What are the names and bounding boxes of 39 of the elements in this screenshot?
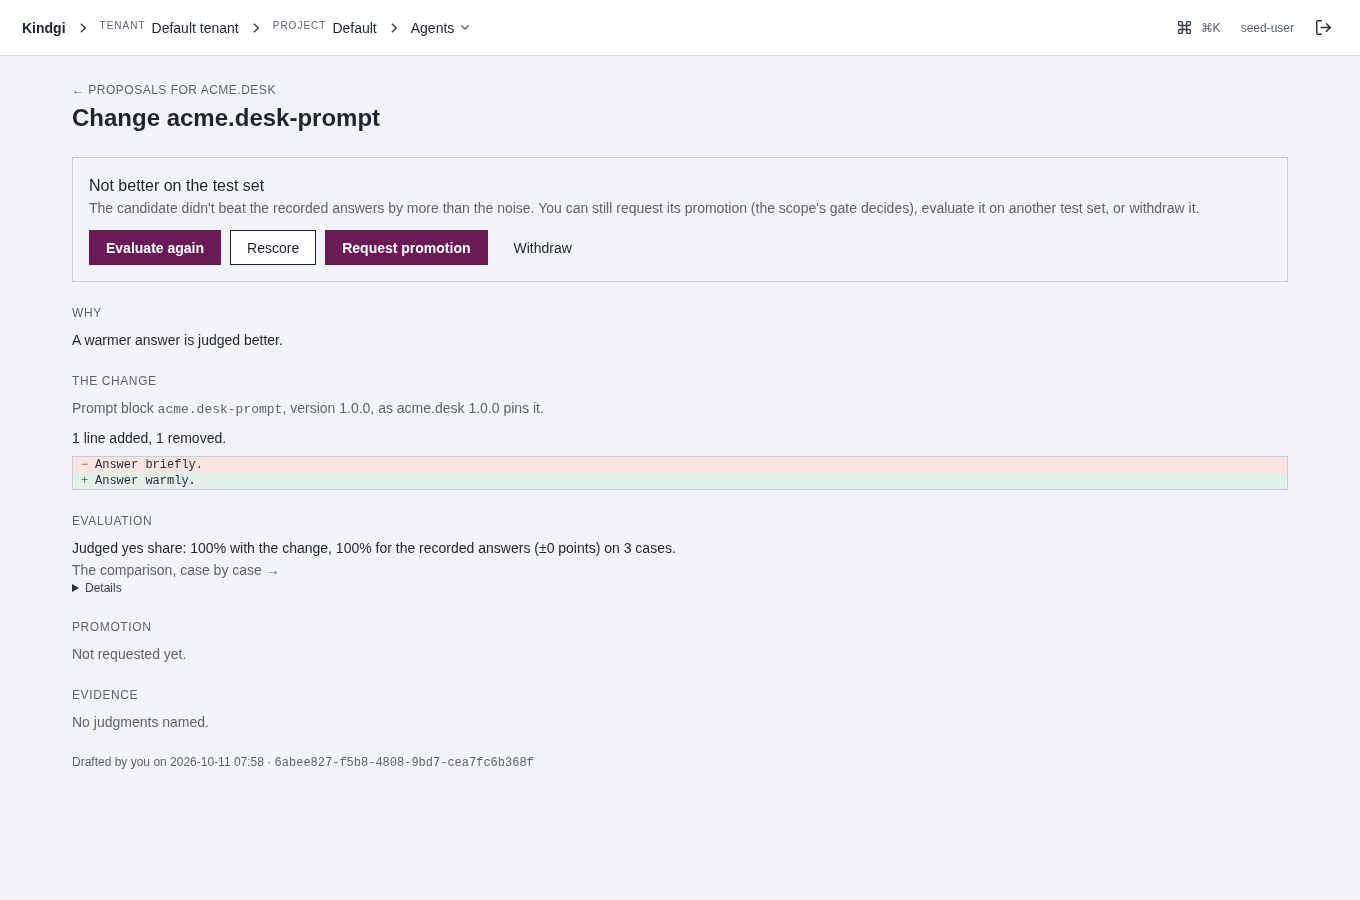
action-button[interactable]: Rescore <box>230 230 317 265</box>
draft-info: Drafted by you on 2026-10-11 07:58 · 6abee827-f5b8-4808-9bd7-cea7fc6b368f <box>72 754 535 771</box>
back-link[interactable]: ← PROPOSALS FOR ACME.DESK <box>72 83 276 98</box>
details-toggle[interactable]: Details <box>72 580 122 596</box>
logout-button[interactable] <box>1316 20 1331 35</box>
section-heading: WHY <box>72 306 103 321</box>
command-icon <box>1177 21 1191 34</box>
breadcrumb-label: PROJECT <box>272 20 327 31</box>
diff-line-added: + Answer warmly. <box>73 473 1287 489</box>
comparison-link[interactable]: The comparison, case by case → <box>72 560 280 580</box>
logout-icon <box>1316 20 1331 35</box>
section-heading: EVALUATION <box>72 514 154 529</box>
change-description: Prompt block acme.desk-prompt, version 1.0.0, as acme.desk 1.0.0 pins it. <box>72 399 545 419</box>
chevron-right-icon <box>252 22 259 33</box>
user-name: seed-user <box>1240 20 1294 35</box>
breadcrumb-label: TENANT <box>99 20 146 31</box>
status-title: Not better on the test set <box>89 176 266 196</box>
breadcrumb-link[interactable]: Default <box>332 19 377 36</box>
section-text: Not requested yet. <box>72 645 188 664</box>
change-summary: 1 line added, 1 removed. <box>72 429 228 448</box>
section-heading: THE CHANGE <box>72 374 158 389</box>
action-button[interactable]: Evaluate again <box>89 230 222 265</box>
chevron-right-icon <box>390 22 397 33</box>
breadcrumb-link[interactable]: Default tenant <box>151 19 239 36</box>
breadcrumb-dropdown[interactable]: Agents <box>410 19 470 36</box>
chevron-right-icon <box>79 22 86 33</box>
action-button[interactable]: Request promotion <box>325 230 488 265</box>
brand-name: Kindgi <box>22 19 66 36</box>
section-heading: PROMOTION <box>72 620 153 635</box>
page-title: Change acme.desk-prompt <box>72 103 382 133</box>
section-text: No judgments named. <box>72 713 210 732</box>
command-palette-button[interactable]: ⌘K <box>1177 20 1221 35</box>
section-text: A warmer answer is judged better. <box>72 331 284 350</box>
caret-icon <box>461 25 470 30</box>
text-button[interactable]: Withdraw <box>496 230 589 265</box>
status-text: The candidate didn't beat the recorded answers by more than the noise. You can still request its promotion (the scope's gate decides), evaluate it on another test set, or withdraw it. <box>89 199 1201 218</box>
diff-line-removed: − Answer briefly. <box>73 457 1287 473</box>
evaluation-text: Judged yes share: 100% with the change, 100% for the recorded answers (±0 points) on 3 cases. <box>72 539 677 558</box>
section-heading: EVIDENCE <box>72 688 140 703</box>
